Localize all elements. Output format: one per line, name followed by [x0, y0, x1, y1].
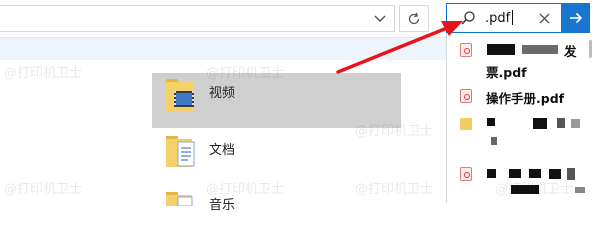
- watermark: @打印机卫士: [495, 182, 574, 197]
- search-input[interactable]: .pdf: [485, 10, 514, 27]
- watermark: @打印机卫士: [355, 182, 434, 197]
- close-icon: [539, 13, 549, 23]
- redacted-text: [571, 119, 580, 128]
- watermark: @打印机卫士: [206, 182, 285, 197]
- file-name[interactable]: 视频: [209, 82, 235, 101]
- redacted-text: [487, 118, 495, 126]
- redacted-text: [575, 187, 585, 193]
- suggestion-name: 操作手册.pdf: [486, 91, 565, 106]
- redacted-text: [491, 137, 497, 145]
- search-icon: [461, 11, 475, 25]
- music-folder-icon[interactable]: [166, 191, 196, 221]
- watermark: @打印机卫士: [4, 182, 83, 197]
- suggestions-scrollbar[interactable]: [589, 40, 592, 58]
- address-history-dropdown[interactable]: [368, 5, 392, 32]
- watermark: @打印机卫士: [355, 124, 434, 139]
- redacted-text: [533, 118, 547, 129]
- suggestion-item[interactable]: 发 票.pdf: [447, 38, 597, 80]
- video-folder-icon[interactable]: [166, 77, 196, 112]
- pdf-icon: [460, 167, 472, 181]
- redacted-text: [487, 169, 496, 178]
- redacted-text: [557, 118, 565, 128]
- documents-folder-icon[interactable]: [166, 136, 196, 167]
- suggestion-item[interactable]: 操作手册.pdf: [447, 83, 597, 107]
- redacted-text: [522, 45, 558, 54]
- pdf-icon: [460, 43, 472, 57]
- refresh-button[interactable]: [399, 5, 429, 32]
- file-name[interactable]: 文档: [209, 139, 235, 158]
- suggestion-name: 票.pdf: [486, 65, 527, 80]
- folder-icon: [460, 118, 472, 130]
- text-caret: [512, 10, 514, 25]
- list-header-row: [0, 38, 446, 60]
- redacted-text: [529, 169, 541, 178]
- refresh-icon: [408, 12, 420, 24]
- pdf-icon: [460, 89, 472, 103]
- watermark: @打印机卫士: [4, 66, 83, 81]
- address-bar[interactable]: [0, 5, 395, 32]
- watermark: @打印机卫士: [206, 66, 285, 81]
- clear-search-button[interactable]: [533, 8, 555, 28]
- suggestion-name: 发: [564, 44, 577, 59]
- search-go-button[interactable]: [561, 3, 590, 33]
- arrow-right-icon: [569, 12, 582, 24]
- chevron-down-icon: [374, 15, 386, 22]
- redacted-text: [487, 44, 515, 55]
- suggestion-item[interactable]: [447, 111, 597, 155]
- search-box[interactable]: .pdf: [446, 3, 562, 33]
- redacted-text: [509, 169, 521, 178]
